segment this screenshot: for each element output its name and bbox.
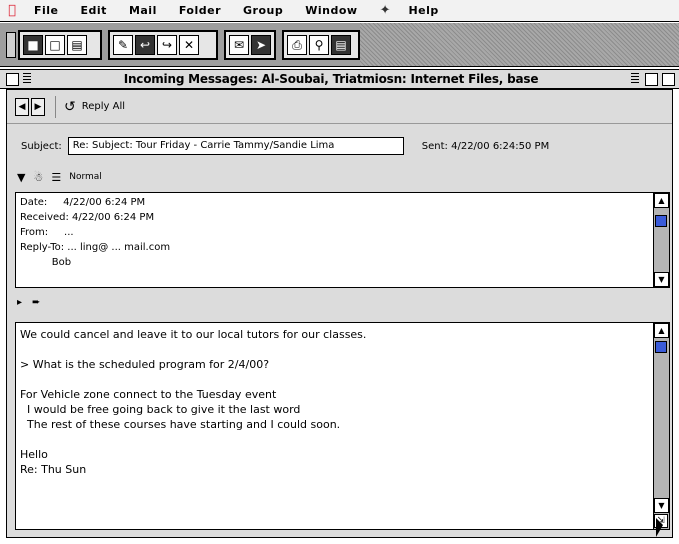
menu-mail[interactable]: Mail: [129, 4, 157, 17]
sent-label: Sent: 4/22/00 6:24:50 PM: [422, 141, 549, 152]
priority-icon[interactable]: ☰: [51, 171, 61, 184]
apple-menu-icon[interactable]: : [4, 3, 20, 19]
send-icon[interactable]: ➤: [251, 35, 271, 55]
toolbar-grip[interactable]: [6, 32, 16, 58]
mouse-cursor-icon: [656, 518, 663, 537]
reply-icon[interactable]: ↩: [135, 35, 155, 55]
attachment-icon[interactable]: ➨: [32, 297, 40, 308]
menu-edit[interactable]: Edit: [81, 4, 107, 17]
window-title-bar[interactable]: Incoming Messages: Al-Soubai, Triatmiosn…: [0, 69, 679, 89]
toolbar-group-2: ✎ ↩ ↪ ✕: [108, 30, 218, 60]
scroll-down-arrow-icon[interactable]: ▼: [654, 272, 669, 287]
priority-label: Normal: [69, 172, 102, 182]
disclosure-triangle-icon[interactable]: ▸: [17, 297, 22, 308]
message-body[interactable]: We could cancel and leave it to our loca…: [20, 327, 647, 477]
body-scroll-up-icon[interactable]: ▲: [654, 323, 669, 338]
collapse-box-icon[interactable]: [662, 72, 675, 86]
toolbar-background: [360, 23, 679, 66]
message-window: ◀ ▶ ↺ Reply All Subject: Re: Subject: To…: [6, 89, 673, 538]
body-scroll-thumb[interactable]: [655, 341, 667, 353]
message-toolbar: ◀ ▶ ↺ Reply All: [7, 90, 672, 124]
search-icon[interactable]: ⚲: [309, 35, 329, 55]
header-text[interactable]: Date: 4/22/00 6:24 PM Received: 4/22/00 …: [20, 195, 649, 270]
body-scrollbar[interactable]: ▲ ▼: [653, 323, 669, 529]
zoom-box-icon[interactable]: [645, 72, 658, 86]
message-status-row: ▼ ☃ ☰ Normal: [17, 168, 110, 186]
toolbar-separator: [55, 95, 56, 118]
next-message-icon[interactable]: ▶: [31, 97, 45, 116]
reply-all-label[interactable]: Reply All: [82, 101, 125, 112]
reply-all-icon[interactable]: ↺: [64, 99, 76, 115]
header-pane: Date: 4/22/00 6:24 PM Received: 4/22/00 …: [15, 192, 670, 288]
new-message-icon[interactable]: ✎: [113, 35, 133, 55]
menu-window[interactable]: Window: [305, 4, 357, 17]
menu-folder[interactable]: Folder: [179, 4, 221, 17]
body-scroll-down-icon[interactable]: ▼: [654, 498, 669, 513]
toolbar-group-3: ✉ ➤: [224, 30, 276, 60]
subject-field[interactable]: Re: Subject: Tour Friday - Carrie Tammy/…: [67, 137, 404, 155]
address-icon[interactable]: □: [45, 35, 65, 55]
note-icon[interactable]: ▤: [67, 35, 87, 55]
title-stripes-right: [631, 73, 639, 85]
sent-date: 4/22/00 6:24:50 PM: [451, 140, 550, 152]
body-toolbar: ▸ ➨: [17, 294, 50, 310]
mailbox-icon[interactable]: ■: [23, 35, 43, 55]
delete-icon[interactable]: ✕: [179, 35, 199, 55]
toolbar-area: ■ □ ▤ ✎ ↩ ↪ ✕ ✉ ➤ ⎙ ⚲ ▤: [0, 23, 679, 67]
flag-icon[interactable]: ▼: [17, 171, 25, 184]
title-stripes: [23, 73, 31, 85]
print-icon[interactable]: ⎙: [287, 35, 307, 55]
forward-icon[interactable]: ↪: [157, 35, 177, 55]
menu-bar:  File Edit Mail Folder Group Window ✦ H…: [0, 0, 679, 22]
close-box-icon[interactable]: [6, 72, 19, 86]
window-title: Incoming Messages: Al-Soubai, Triatmiosn…: [123, 72, 539, 86]
check-mail-icon[interactable]: ✉: [229, 35, 249, 55]
header-scrollbar[interactable]: ▲ ▼: [653, 193, 669, 287]
toolbar-group-1: ■ □ ▤: [6, 30, 102, 60]
menu-group[interactable]: Group: [243, 4, 283, 17]
previous-message-icon[interactable]: ◀: [15, 97, 29, 116]
sent-label-text: Sent:: [421, 140, 448, 152]
trash-icon[interactable]: ▤: [331, 35, 351, 55]
script-menu-icon[interactable]: ✦: [380, 3, 391, 18]
menu-help[interactable]: Help: [408, 4, 438, 17]
message-body-pane: We could cancel and leave it to our loca…: [15, 322, 670, 530]
scroll-thumb[interactable]: [655, 215, 667, 227]
subject-label: Subject:: [21, 140, 62, 152]
scroll-up-arrow-icon[interactable]: ▲: [654, 193, 669, 208]
subject-row: Subject: Re: Subject: Tour Friday - Carr…: [7, 134, 672, 158]
person-icon[interactable]: ☃: [33, 171, 43, 184]
toolbar-group-4: ⎙ ⚲ ▤: [282, 30, 360, 60]
menu-file[interactable]: File: [34, 4, 59, 17]
